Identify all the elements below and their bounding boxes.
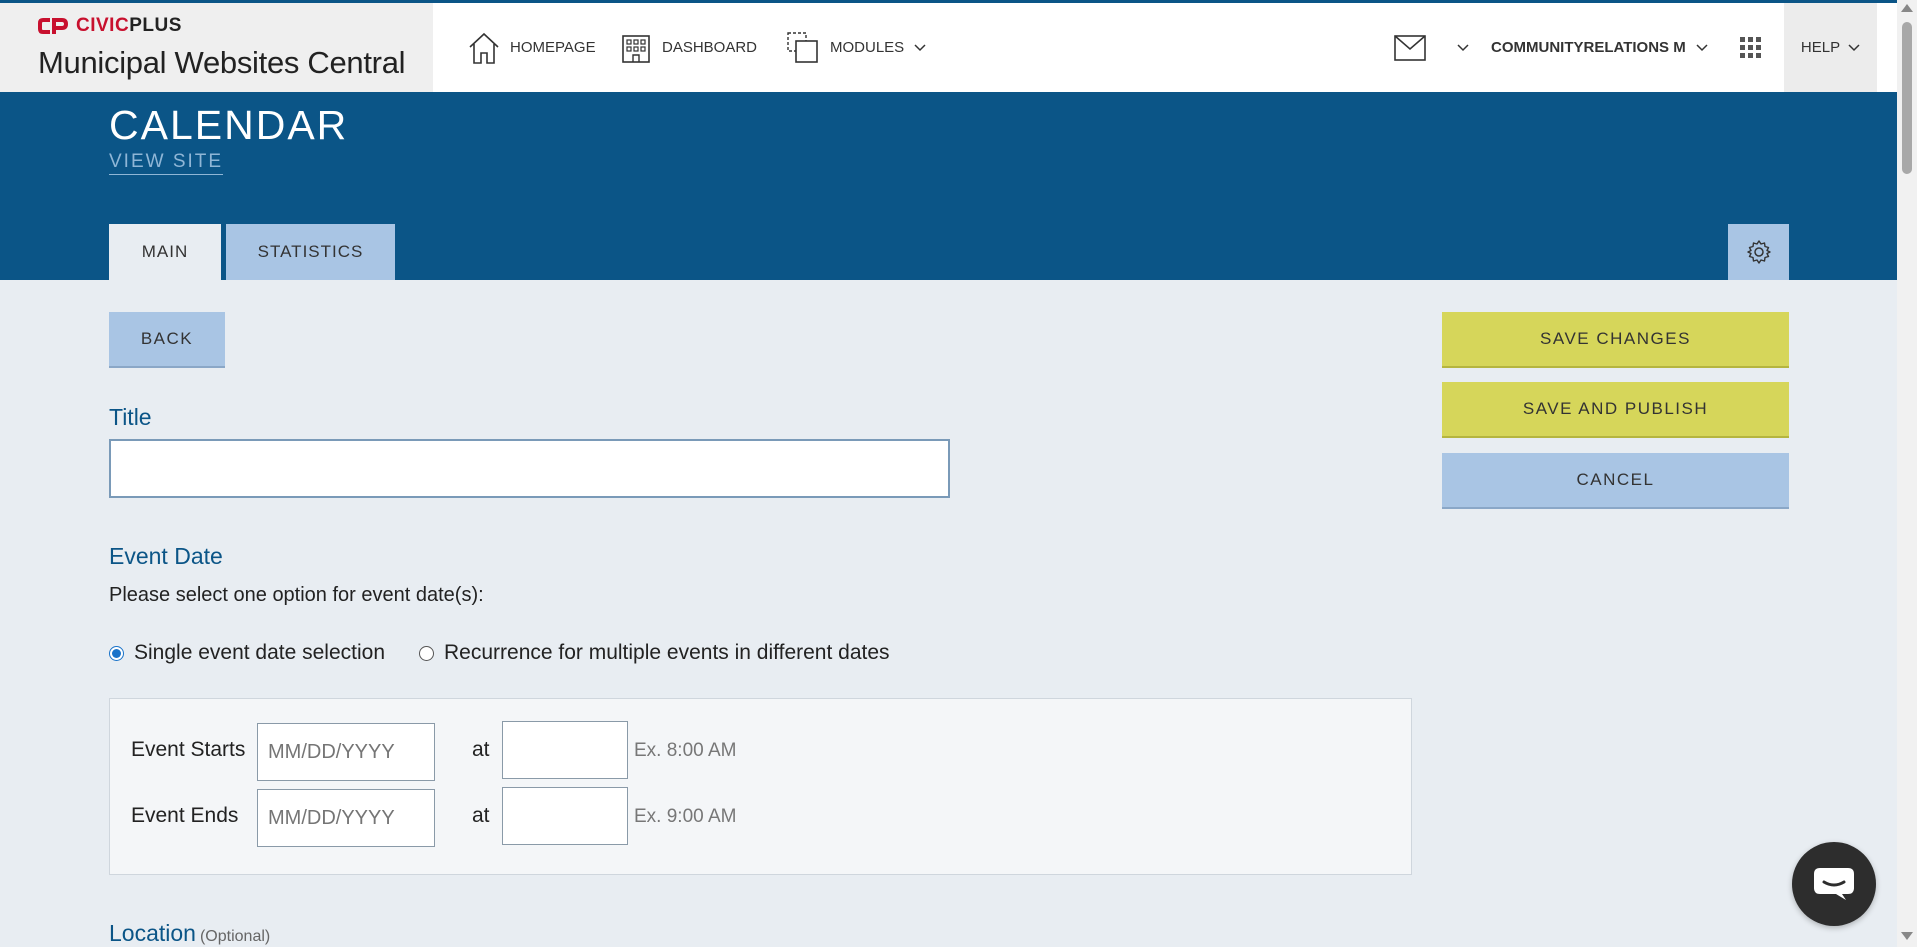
user-menu[interactable]: COMMUNITYRELATIONS M (1491, 3, 1708, 92)
event-end-time-hint: Ex. 9:00 AM (634, 806, 737, 827)
civicplus-logo: CIVICPLUS (38, 15, 182, 37)
tab-statistics[interactable]: STATISTICS (226, 224, 395, 280)
nav-dashboard-label: DASHBOARD (662, 39, 758, 56)
radio-single-event-label: Single event date selection (134, 641, 386, 664)
event-start-date-input[interactable] (257, 723, 435, 781)
apps-menu[interactable] (1740, 3, 1762, 92)
title-input[interactable] (109, 439, 950, 498)
site-name: Municipal Websites Central (38, 45, 406, 80)
help-label: HELP (1800, 39, 1841, 56)
view-site-link[interactable]: VIEW SITE (109, 151, 224, 175)
scroll-up-arrow[interactable] (1901, 4, 1913, 12)
back-button[interactable]: BACK (109, 312, 225, 368)
nav-dashboard[interactable]: DASHBOARD (620, 3, 757, 92)
logo-text-civic: CIVIC (76, 15, 130, 36)
radio-recurrence[interactable]: Recurrence for multiple events in differ… (419, 641, 890, 665)
grid-icon (1740, 36, 1761, 58)
event-start-at-label: at (472, 738, 490, 761)
event-end-date-input[interactable] (257, 789, 435, 847)
tab-main[interactable]: MAIN (109, 224, 221, 280)
radio-single-event-control[interactable] (109, 645, 124, 661)
home-icon (469, 32, 499, 64)
chevron-down-icon (1457, 43, 1469, 51)
logo-text-plus: PLUS (129, 15, 182, 36)
chat-button[interactable] (1792, 842, 1876, 926)
title-label: Title (109, 404, 152, 430)
location-label: Location (Optional) (109, 920, 270, 947)
brand-area[interactable]: CIVICPLUS Municipal Websites Central (0, 3, 433, 92)
scroll-down-arrow[interactable] (1901, 932, 1913, 940)
nav-modules[interactable]: MODULES (786, 3, 926, 92)
save-changes-button[interactable]: SAVE CHANGES (1442, 312, 1789, 368)
nav-homepage-label: HOMEPAGE (510, 39, 596, 56)
event-starts-label: Event Starts (131, 738, 246, 761)
event-date-instruction: Please select one option for event date(… (109, 584, 484, 606)
page-title: CALENDAR (109, 102, 349, 148)
chevron-down-icon (1696, 43, 1708, 51)
event-end-time-input[interactable] (502, 787, 628, 845)
radio-recurrence-label: Recurrence for multiple events in differ… (444, 641, 890, 664)
event-end-at-label: at (472, 804, 490, 827)
chevron-down-icon (914, 43, 926, 51)
mail-icon (1394, 34, 1426, 61)
help-menu[interactable]: HELP (1784, 3, 1877, 92)
event-start-time-hint: Ex. 8:00 AM (634, 740, 737, 761)
top-bar: CIVICPLUS Municipal Websites Central HOM… (0, 0, 1897, 92)
radio-recurrence-control[interactable] (419, 645, 434, 661)
event-ends-label: Event Ends (131, 804, 239, 827)
location-optional-note: (Optional) (199, 928, 271, 945)
chat-icon (1814, 868, 1854, 900)
nav-messages[interactable] (1393, 3, 1469, 92)
modules-icon (787, 31, 818, 63)
scrollbar-thumb[interactable] (1902, 22, 1912, 174)
civicplus-logo-icon (38, 18, 68, 34)
location-label-text: Location (109, 920, 196, 946)
radio-single-event[interactable]: Single event date selection (109, 641, 385, 665)
settings-button[interactable] (1728, 224, 1789, 280)
chevron-down-icon (1848, 43, 1860, 51)
gear-icon (1746, 240, 1771, 264)
event-date-label: Event Date (109, 543, 223, 569)
save-and-publish-button[interactable]: SAVE AND PUBLISH (1442, 382, 1789, 438)
building-icon (622, 34, 650, 63)
user-name: COMMUNITYRELATIONS M (1491, 39, 1686, 56)
nav-modules-label: MODULES (830, 39, 905, 56)
event-start-time-input[interactable] (502, 721, 628, 779)
nav-homepage[interactable]: HOMEPAGE (468, 3, 596, 92)
cancel-button[interactable]: CANCEL (1442, 453, 1789, 509)
